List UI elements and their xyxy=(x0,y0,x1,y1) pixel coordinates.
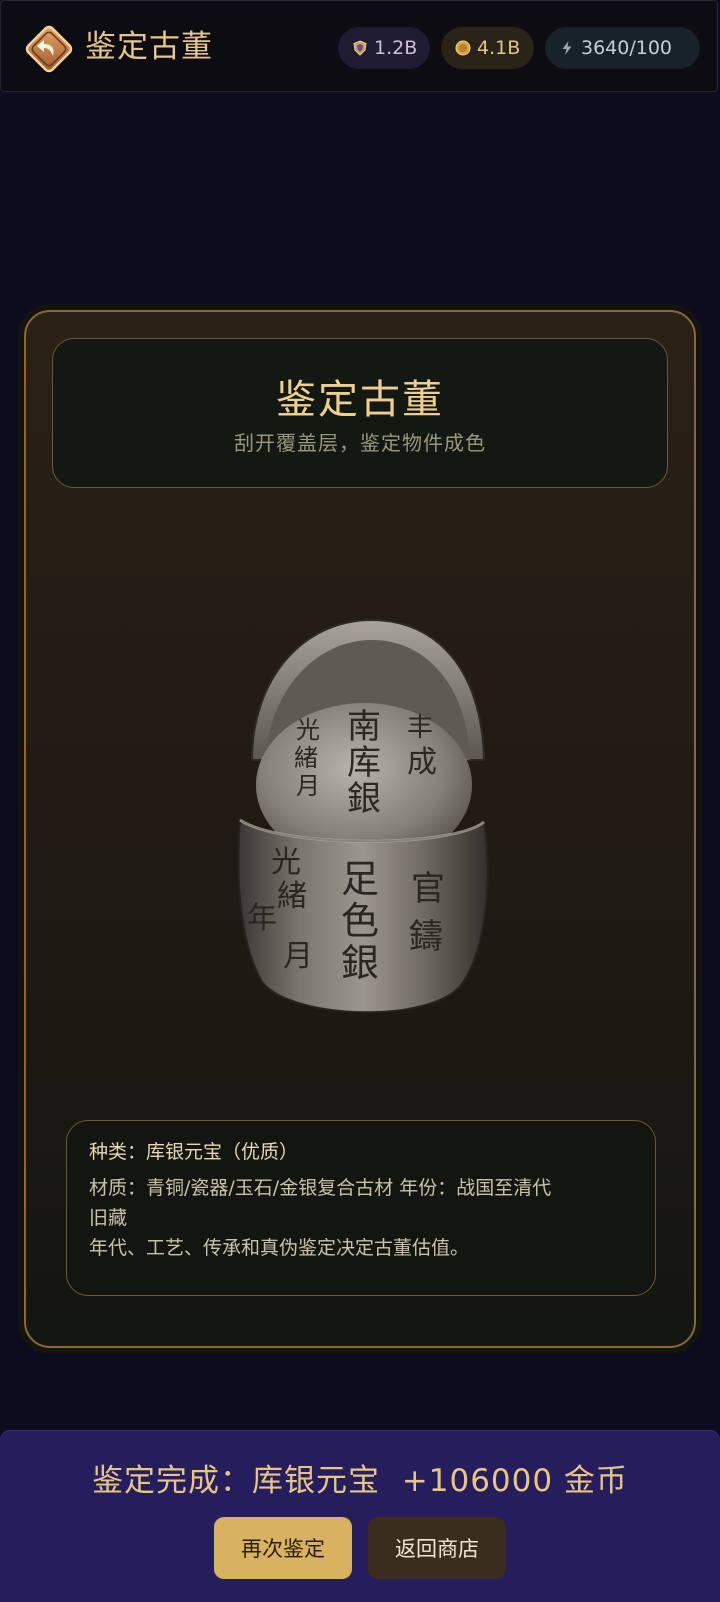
page-title: 鉴定古董 xyxy=(85,29,213,65)
inscription-top-left-2: 緒 xyxy=(294,744,318,772)
lightning-icon xyxy=(559,40,575,56)
page: 鉴定古董 1.2B 4.1B 3640/100 鉴定古董 刮开覆盖层，鉴定物件成… xyxy=(0,0,720,1602)
inscription-front-left-4: 月 xyxy=(283,939,313,974)
back-arrow-icon xyxy=(25,25,73,73)
inscription-front-mid-1: 足 xyxy=(341,857,379,901)
inscription-top-mid-2: 库 xyxy=(347,743,381,783)
coins-counter[interactable]: 4.1B xyxy=(441,27,534,69)
inscription-top-mid-3: 銀 xyxy=(347,779,381,819)
inscription-front-left-3: 年 xyxy=(247,901,277,936)
inscription-top-mid-1: 南 xyxy=(347,707,381,747)
coins-value: 4.1B xyxy=(477,37,521,59)
silver-ingot-image[interactable]: 光 緒 月 南 库 銀 丰 成 光 緒 年 月 足 色 銀 官 鑄 xyxy=(222,610,504,1030)
back-to-shop-button[interactable]: 返回商店 xyxy=(368,1517,506,1579)
artifact-info: 种类：库银元宝（优质） 材质：青铜/瓷器/玉石/金银复合古材 年份：战国至清代 … xyxy=(66,1120,656,1296)
artifact-category: 种类：库银元宝（优质） xyxy=(89,1141,299,1163)
card-title: 鉴定古董 xyxy=(276,377,444,423)
result-text: 鉴定完成：库银元宝 +106000 金币 xyxy=(92,1463,628,1499)
inscription-top-left-3: 月 xyxy=(296,772,320,800)
inscription-front-right-2: 鑄 xyxy=(409,917,443,957)
inscription-front-mid-2: 色 xyxy=(341,899,379,943)
inscription-front-left-2: 緒 xyxy=(277,879,307,914)
gems-counter[interactable]: 1.2B xyxy=(338,27,430,69)
energy-counter[interactable]: 3640/100 xyxy=(545,27,700,69)
artifact-material: 材质：青铜/瓷器/玉石/金银复合古材 年份：战国至清代 xyxy=(89,1177,552,1199)
energy-value: 3640/100 xyxy=(581,37,673,59)
top-bar: 鉴定古董 1.2B 4.1B 3640/100 xyxy=(0,0,718,92)
artifact-note: 年代、工艺、传承和真伪鉴定决定古董估值。 xyxy=(89,1237,470,1259)
appraisal-card: 鉴定古董 刮开覆盖层，鉴定物件成色 光 緒 月 南 库 銀 丰 成 光 緒 年 … xyxy=(24,310,696,1348)
inscription-top-right-2: 成 xyxy=(407,745,437,780)
inscription-top-left-1: 光 xyxy=(296,716,320,744)
inscription-front-left-1: 光 xyxy=(271,845,301,880)
gems-value: 1.2B xyxy=(374,37,418,59)
back-button[interactable] xyxy=(23,23,75,75)
gold-coin-icon xyxy=(455,40,471,56)
inscription-top-right-1: 丰 xyxy=(407,713,433,743)
result-bar: 鉴定完成：库银元宝 +106000 金币 再次鉴定 返回商店 xyxy=(0,1430,720,1602)
card-header: 鉴定古董 刮开覆盖层，鉴定物件成色 xyxy=(52,338,668,488)
artifact-material-cont: 旧藏 xyxy=(89,1207,128,1229)
appraise-again-button[interactable]: 再次鉴定 xyxy=(214,1517,352,1579)
shield-gem-icon xyxy=(352,40,368,56)
card-subtitle: 刮开覆盖层，鉴定物件成色 xyxy=(234,431,486,455)
inscription-front-right-1: 官 xyxy=(411,869,445,909)
inscription-front-mid-3: 銀 xyxy=(341,941,379,985)
